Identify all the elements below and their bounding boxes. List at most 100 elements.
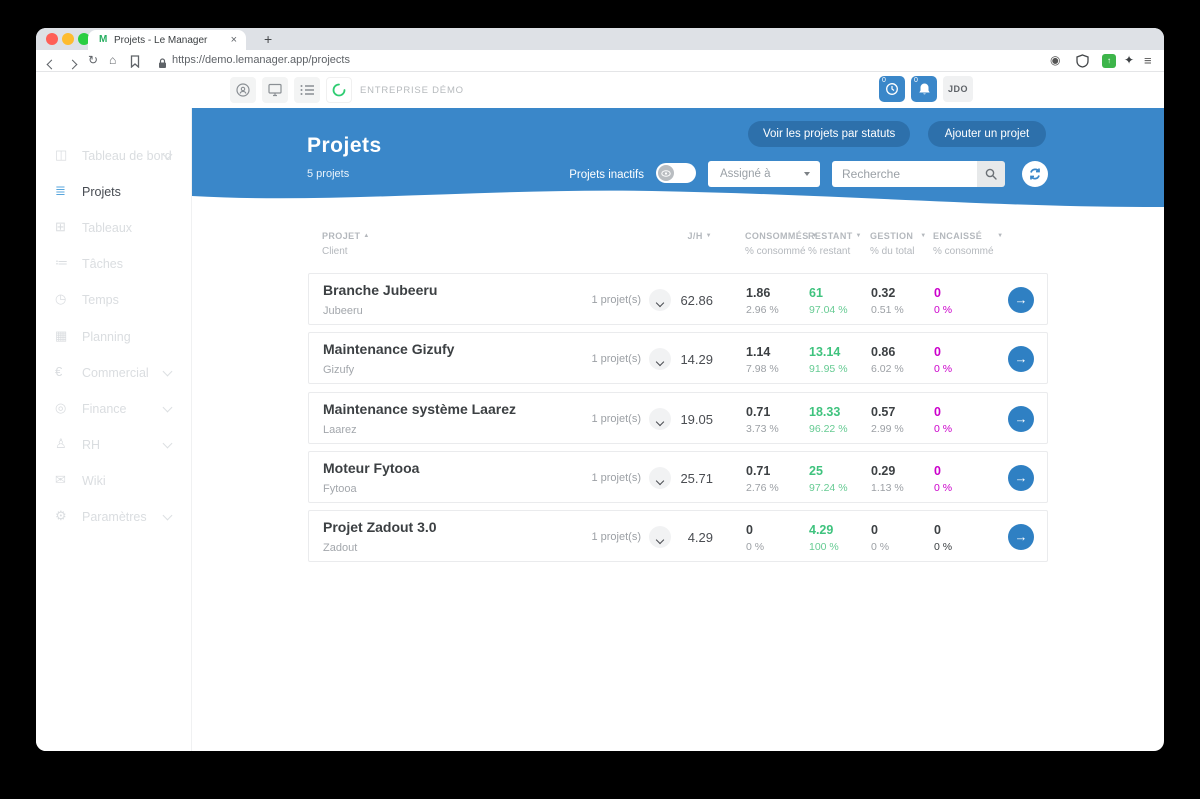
clock-icon bbox=[886, 83, 898, 95]
sidebar-item-parametres[interactable]: ⚙ Paramètres bbox=[36, 499, 192, 535]
sidebar-item-tableaux[interactable]: ⊞ Tableaux bbox=[36, 210, 192, 246]
open-project-button[interactable]: → bbox=[1008, 346, 1034, 372]
client-name: Fytooa bbox=[323, 483, 357, 495]
col-restant[interactable]: RESTANT ▼ bbox=[808, 231, 862, 241]
refresh-icon[interactable]: ↻ bbox=[88, 53, 98, 67]
subproject-count: 1 projet(s) bbox=[591, 472, 641, 484]
bookmark-icon[interactable] bbox=[130, 55, 140, 71]
project-row: Maintenance système Laarez Laarez 1 proj… bbox=[308, 392, 1048, 444]
minimize-window-button[interactable] bbox=[62, 33, 74, 45]
project-row: Moteur Fytooa Fytooa 1 projet(s) 25.71 0… bbox=[308, 451, 1048, 503]
chevron-down-icon bbox=[162, 510, 173, 521]
timer-button[interactable]: 0 bbox=[879, 76, 905, 102]
list-menu-button[interactable] bbox=[294, 77, 320, 103]
jh-value: 14.29 bbox=[680, 352, 713, 367]
browser-tab[interactable]: M Projets - Le Manager × bbox=[88, 30, 246, 50]
project-name[interactable]: Projet Zadout 3.0 bbox=[323, 519, 437, 535]
subproject-count: 1 projet(s) bbox=[591, 531, 641, 543]
open-project-button[interactable]: → bbox=[1008, 406, 1034, 432]
support-button[interactable] bbox=[230, 77, 256, 103]
sidebar-item-projets[interactable]: ≣ Projets bbox=[36, 174, 192, 210]
clock-icon: ◷ bbox=[55, 291, 67, 306]
sort-asc-icon: ▲ bbox=[363, 233, 370, 239]
sync-icon bbox=[1030, 168, 1040, 180]
extension-green-icon[interactable]: ↑ bbox=[1102, 54, 1116, 68]
extensions-puzzle-icon[interactable]: ✦ bbox=[1124, 53, 1134, 67]
chevron-down-icon bbox=[162, 402, 173, 413]
table-header: PROJET ▲ Client J/H ▼ CONSOMMÉS ▼ % cons… bbox=[322, 231, 1004, 257]
company-name: ENTREPRISE DÉMO bbox=[360, 85, 464, 96]
home-icon[interactable]: ⌂ bbox=[109, 53, 116, 67]
close-tab-icon[interactable]: × bbox=[231, 34, 237, 46]
project-name[interactable]: Moteur Fytooa bbox=[323, 460, 419, 476]
sidebar-item-temps[interactable]: ◷ Temps bbox=[36, 282, 192, 318]
browser-window: M Projets - Le Manager × + ↻ ⌂ https://d… bbox=[36, 28, 1164, 751]
search-icon bbox=[985, 168, 997, 180]
col-consommes[interactable]: CONSOMMÉS ▼ bbox=[745, 231, 818, 241]
refresh-list-button[interactable] bbox=[1022, 161, 1048, 187]
header-wave bbox=[192, 188, 1164, 208]
calendar-icon: ▦ bbox=[55, 328, 68, 343]
tasks-icon: ≔ bbox=[55, 255, 68, 270]
favicon: M bbox=[99, 34, 108, 45]
browser-menu-icon[interactable]: ≡ bbox=[1144, 53, 1152, 68]
sidebar-item-wiki[interactable]: ✉ Wiki bbox=[36, 463, 192, 499]
forward-icon[interactable] bbox=[67, 57, 78, 71]
sidebar-item-tableau-de-bord[interactable]: ◫ Tableau de bord bbox=[36, 138, 192, 174]
eye-icon bbox=[658, 165, 674, 181]
list-icon: ≣ bbox=[55, 183, 66, 198]
open-project-button[interactable]: → bbox=[1008, 287, 1034, 313]
search-button[interactable] bbox=[977, 161, 1005, 187]
chevron-down-icon bbox=[162, 366, 173, 377]
back-icon[interactable] bbox=[46, 57, 57, 71]
jh-value: 19.05 bbox=[680, 412, 713, 427]
client-name: Zadout bbox=[323, 542, 358, 554]
spinner-icon bbox=[332, 83, 346, 97]
col-gestion[interactable]: GESTION ▼ bbox=[870, 231, 927, 241]
project-name[interactable]: Maintenance système Laarez bbox=[323, 401, 516, 417]
sidebar-item-planning[interactable]: ▦ Planning bbox=[36, 319, 192, 355]
new-tab-button[interactable]: + bbox=[264, 31, 272, 47]
jh-value: 25.71 bbox=[680, 471, 713, 486]
chevron-down-icon bbox=[162, 438, 173, 449]
open-project-button[interactable]: → bbox=[1008, 524, 1034, 550]
inactive-projects-label: Projets inactifs bbox=[569, 169, 644, 181]
search-input[interactable] bbox=[832, 161, 977, 187]
page-header: Projets 5 projets Voir les projets par s… bbox=[192, 108, 1164, 188]
open-project-button[interactable]: → bbox=[1008, 465, 1034, 491]
sidebar-item-finance[interactable]: ◎ Finance bbox=[36, 391, 192, 427]
inactive-projects-toggle[interactable] bbox=[656, 163, 696, 183]
col-encaisse[interactable]: ENCAISSÉ ▼ bbox=[933, 231, 1003, 241]
subproject-count: 1 projet(s) bbox=[591, 413, 641, 425]
client-name: Gizufy bbox=[323, 364, 355, 376]
project-name[interactable]: Branche Jubeeru bbox=[323, 282, 437, 298]
screens-button[interactable] bbox=[262, 77, 288, 103]
user-avatar[interactable]: JDO bbox=[943, 76, 973, 102]
view-by-status-button[interactable]: Voir les projets par statuts bbox=[748, 121, 911, 147]
shield-icon[interactable] bbox=[1076, 54, 1089, 71]
media-permission-icon[interactable]: ◉ bbox=[1050, 53, 1060, 67]
sidebar-item-commercial[interactable]: € Commercial bbox=[36, 355, 192, 391]
caret-down-icon bbox=[804, 172, 810, 176]
project-row: Branche Jubeeru Jubeeru 1 projet(s) 62.8… bbox=[308, 273, 1048, 325]
col-jh[interactable]: J/H ▼ bbox=[658, 231, 712, 241]
page-title: Projets bbox=[307, 134, 382, 157]
tab-title: Projets - Le Manager bbox=[114, 35, 208, 46]
assignee-select[interactable]: Assigné à bbox=[708, 161, 820, 187]
add-project-button[interactable]: Ajouter un projet bbox=[928, 121, 1046, 147]
sync-spinner-button[interactable] bbox=[326, 77, 352, 103]
notifications-button[interactable]: 0 bbox=[911, 76, 937, 102]
dashboard-icon: ◫ bbox=[55, 147, 68, 162]
project-row: Maintenance Gizufy Gizufy 1 projet(s) 14… bbox=[308, 332, 1048, 384]
sidebar-item-rh[interactable]: ♙ RH bbox=[36, 427, 192, 463]
tab-strip: M Projets - Le Manager × + bbox=[36, 28, 1164, 50]
project-count: 5 projets bbox=[307, 168, 350, 180]
project-name[interactable]: Maintenance Gizufy bbox=[323, 341, 454, 357]
sidebar-item-taches[interactable]: ≔ Tâches bbox=[36, 246, 192, 282]
col-projet[interactable]: PROJET ▲ bbox=[322, 231, 370, 241]
url-bar[interactable]: https://demo.lemanager.app/projects bbox=[172, 54, 350, 66]
close-window-button[interactable] bbox=[46, 33, 58, 45]
timer-badge: 0 bbox=[882, 77, 886, 84]
grid-icon: ⊞ bbox=[55, 219, 66, 234]
person-icon: ♙ bbox=[55, 436, 67, 451]
